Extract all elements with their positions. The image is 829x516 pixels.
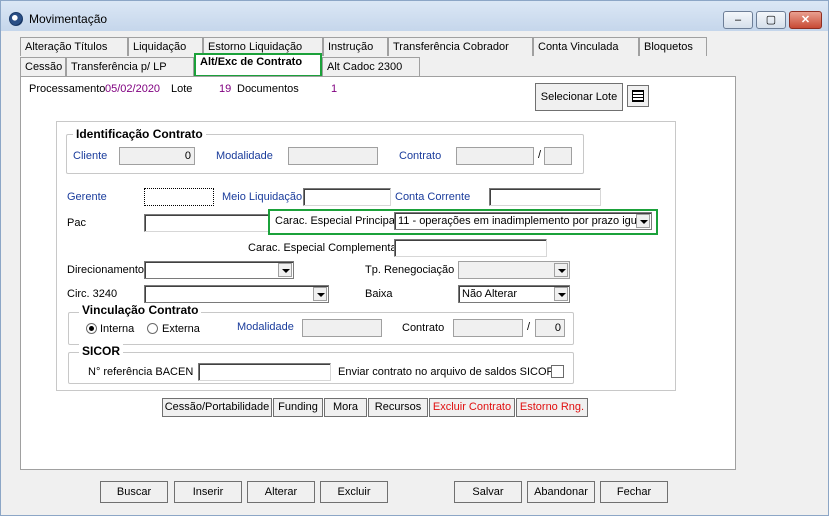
lote-value: 19: [219, 83, 232, 95]
salvar-button[interactable]: Salvar: [454, 481, 522, 503]
cliente-field: 0: [119, 147, 195, 165]
vinc-contrato-slash: /: [527, 321, 531, 333]
funding-button[interactable]: Funding: [273, 398, 323, 417]
vinc-contrato-field: [453, 319, 523, 337]
inserir-button[interactable]: Inserir: [174, 481, 242, 503]
close-button[interactable]: ✕: [789, 11, 822, 29]
minimize-button[interactable]: –: [723, 11, 753, 29]
app-icon: [9, 12, 23, 26]
tab-transferencia-cobrador[interactable]: Transferência Cobrador: [388, 37, 533, 56]
externa-label: Externa: [162, 323, 200, 335]
cliente-label: Cliente: [73, 150, 108, 162]
meio-liquidacao-label: Meio Liquidação: [222, 191, 303, 203]
chevron-down-icon[interactable]: [636, 214, 650, 228]
vinculacao-title: Vinculação Contrato: [79, 303, 202, 317]
contrato-label: Contrato: [399, 150, 442, 162]
mora-button[interactable]: Mora: [324, 398, 367, 417]
gerente-label: Gerente: [67, 191, 107, 203]
cessao-portabilidade-button[interactable]: Cessão/Portabilidade: [162, 398, 272, 417]
modalidade-label: Modalidade: [216, 150, 273, 162]
documentos-value: 1: [331, 83, 338, 95]
gerente-field[interactable]: [144, 188, 214, 206]
carac-complementar-field[interactable]: [394, 239, 547, 257]
chevron-down-icon: [554, 263, 568, 277]
vinc-modalidade-label: Modalidade: [237, 321, 294, 333]
tab-conta-vinculada[interactable]: Conta Vinculada: [533, 37, 639, 56]
tab-alt-exc-contrato[interactable]: Alt/Exc de Contrato: [194, 53, 322, 77]
window-title: Movimentação: [29, 12, 108, 26]
carac-principal-value: 11 - operações em inadimplemento por pra…: [398, 215, 646, 227]
contrato-dv-field: [544, 147, 572, 165]
tp-renegociacao-select: [458, 261, 570, 279]
vinc-contrato-label: Contrato: [402, 322, 445, 334]
modalidade-field: [288, 147, 378, 165]
baixa-label: Baixa: [365, 288, 393, 300]
bacen-ref-field[interactable]: [198, 363, 331, 381]
processamento-label: Processamento: [29, 83, 106, 95]
externa-radio[interactable]: [147, 323, 158, 334]
recursos-button[interactable]: Recursos: [368, 398, 428, 417]
direcionamento-select[interactable]: [144, 261, 294, 279]
documentos-label: Documentos: [237, 83, 299, 95]
identificacao-title: Identificação Contrato: [73, 127, 206, 141]
excluir-button[interactable]: Excluir: [320, 481, 388, 503]
sicor-title: SICOR: [79, 344, 124, 358]
tab-alt-cadoc-2300[interactable]: Alt Cadoc 2300: [322, 57, 420, 76]
tab-instrucao[interactable]: Instrução: [323, 37, 388, 56]
circ-3240-label: Circ. 3240: [67, 288, 118, 300]
baixa-value: Não Alterar: [462, 288, 518, 300]
vinc-contrato-dv-field: 0: [535, 319, 565, 337]
carac-principal-label: Carac. Especial Principal: [275, 215, 398, 227]
tab-cessao[interactable]: Cessão: [20, 57, 66, 76]
chevron-down-icon[interactable]: [278, 263, 292, 277]
chevron-down-icon[interactable]: [554, 287, 568, 301]
tab-transferencia-lp[interactable]: Transferência p/ LP: [66, 57, 194, 76]
abandonar-button[interactable]: Abandonar: [527, 481, 595, 503]
pac-field[interactable]: [144, 214, 269, 232]
contrato-slash: /: [538, 149, 542, 161]
conta-corrente-label: Conta Corrente: [395, 191, 471, 203]
buscar-button[interactable]: Buscar: [100, 481, 168, 503]
maximize-button[interactable]: ▢: [756, 11, 786, 29]
interna-radio[interactable]: [86, 323, 97, 334]
enviar-sicor-checkbox[interactable]: [551, 365, 564, 378]
lote-label: Lote: [171, 83, 193, 95]
tab-liquidacao[interactable]: Liquidação: [128, 37, 203, 56]
carac-principal-select[interactable]: 11 - operações em inadimplemento por pra…: [394, 212, 652, 230]
pac-label: Pac: [67, 217, 86, 229]
conta-corrente-field[interactable]: [489, 188, 601, 206]
excluir-contrato-button[interactable]: Excluir Contrato: [429, 398, 515, 417]
chevron-down-icon[interactable]: [313, 287, 327, 301]
alterar-button[interactable]: Alterar: [247, 481, 315, 503]
baixa-select[interactable]: Não Alterar: [458, 285, 570, 303]
circ-3240-select[interactable]: [144, 285, 329, 303]
select-lote-button[interactable]: Selecionar Lote: [535, 83, 623, 111]
tab-bloquetos[interactable]: Bloquetos: [639, 37, 707, 56]
direcionamento-label: Direcionamento: [67, 264, 145, 276]
enviar-sicor-label: Enviar contrato no arquivo de saldos SIC…: [338, 366, 555, 378]
vinc-modalidade-field: [302, 319, 382, 337]
fechar-button[interactable]: Fechar: [600, 481, 668, 503]
tab-alteracao-titulos[interactable]: Alteração Títulos: [20, 37, 128, 56]
bacen-ref-label: N° referência BACEN: [88, 366, 194, 378]
carac-complementar-label: Carac. Especial Complementar: [248, 242, 401, 254]
title-bar: Movimentação – ▢ ✕: [1, 1, 828, 31]
processamento-date: 05/02/2020: [105, 83, 161, 95]
contrato-field: [456, 147, 534, 165]
movimentacao-window: Movimentação – ▢ ✕ Alteração Títulos Liq…: [0, 0, 829, 516]
calculator-icon[interactable]: [627, 85, 649, 107]
meio-liquidacao-field[interactable]: [303, 188, 391, 206]
tp-renegociacao-label: Tp. Renegociação: [365, 264, 455, 276]
estorno-rng-button[interactable]: Estorno Rng.: [516, 398, 588, 417]
interna-label: Interna: [100, 323, 135, 335]
